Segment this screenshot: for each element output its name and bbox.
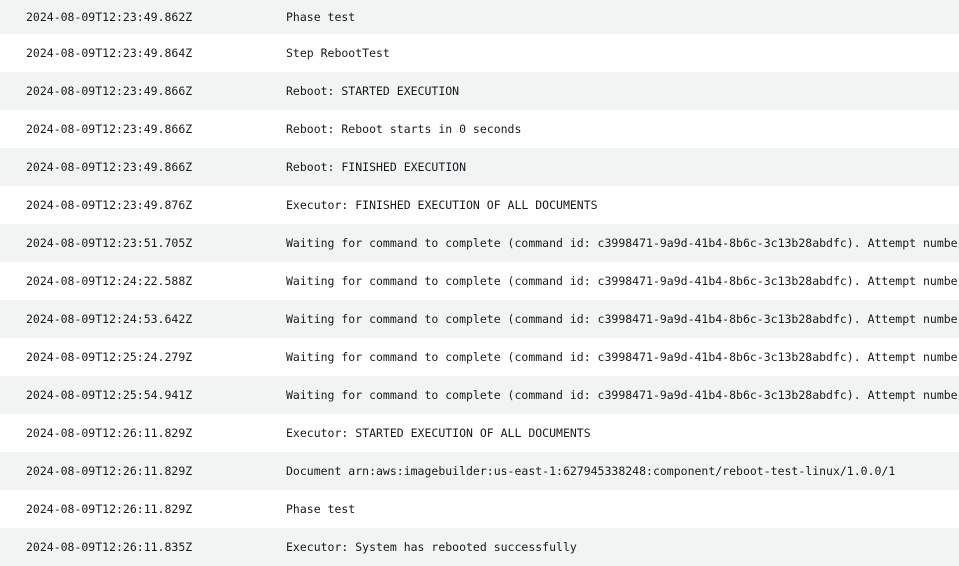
log-timestamp: 2024-08-09T12:26:11.835Z xyxy=(26,540,193,554)
log-message: Waiting for command to complete (command… xyxy=(286,236,959,250)
log-row: 2024-08-09T12:25:24.279Z Waiting for com… xyxy=(0,338,959,376)
log-timestamp: 2024-08-09T12:23:51.705Z xyxy=(26,236,193,250)
log-row: 2024-08-09T12:26:11.829Z Document arn:aw… xyxy=(0,452,959,490)
log-timestamp: 2024-08-09T12:26:11.829Z xyxy=(26,426,193,440)
log-timestamp: 2024-08-09T12:25:24.279Z xyxy=(26,350,193,364)
log-events-table: 2024-08-09T12:23:49.862Z Phase test 2024… xyxy=(0,0,959,566)
log-row: 2024-08-09T12:26:11.829Z Executor: START… xyxy=(0,414,959,452)
log-timestamp: 2024-08-09T12:24:53.642Z xyxy=(26,312,193,326)
log-timestamp: 2024-08-09T12:23:49.862Z xyxy=(26,10,193,24)
log-row: 2024-08-09T12:23:51.705Z Waiting for com… xyxy=(0,224,959,262)
log-message: Reboot: Reboot starts in 0 seconds xyxy=(286,122,522,136)
log-row: 2024-08-09T12:23:49.862Z Phase test xyxy=(0,0,959,34)
log-message: Waiting for command to complete (command… xyxy=(286,350,959,364)
log-row: 2024-08-09T12:23:49.876Z Executor: FINIS… xyxy=(0,186,959,224)
log-row: 2024-08-09T12:26:11.829Z Phase test xyxy=(0,490,959,528)
log-message: Reboot: FINISHED EXECUTION xyxy=(286,160,467,174)
log-message: Document arn:aws:imagebuilder:us-east-1:… xyxy=(286,464,896,478)
log-row: 2024-08-09T12:25:54.941Z Waiting for com… xyxy=(0,376,959,414)
log-timestamp: 2024-08-09T12:26:11.829Z xyxy=(26,502,193,516)
log-row: 2024-08-09T12:23:49.866Z Reboot: Reboot … xyxy=(0,110,959,148)
log-message: Waiting for command to complete (command… xyxy=(286,312,959,326)
log-timestamp: 2024-08-09T12:25:54.941Z xyxy=(26,388,193,402)
log-timestamp: 2024-08-09T12:23:49.876Z xyxy=(26,198,193,212)
log-timestamp: 2024-08-09T12:23:49.864Z xyxy=(26,46,193,60)
log-row: 2024-08-09T12:23:49.864Z Step RebootTest xyxy=(0,34,959,72)
log-row: 2024-08-09T12:23:49.866Z Reboot: STARTED… xyxy=(0,72,959,110)
log-row: 2024-08-09T12:23:49.866Z Reboot: FINISHE… xyxy=(0,148,959,186)
log-message: Step RebootTest xyxy=(286,46,390,60)
log-row: 2024-08-09T12:24:22.588Z Waiting for com… xyxy=(0,262,959,300)
log-message: Executor: FINISHED EXECUTION OF ALL DOCU… xyxy=(286,198,598,212)
log-message: Executor: STARTED EXECUTION OF ALL DOCUM… xyxy=(286,426,591,440)
log-message: Executor: System has rebooted successful… xyxy=(286,540,577,554)
log-message: Phase test xyxy=(286,502,356,516)
log-row: 2024-08-09T12:24:53.642Z Waiting for com… xyxy=(0,300,959,338)
log-message: Waiting for command to complete (command… xyxy=(286,274,959,288)
log-row: 2024-08-09T12:26:11.835Z Executor: Syste… xyxy=(0,528,959,566)
log-timestamp: 2024-08-09T12:24:22.588Z xyxy=(26,274,193,288)
log-message: Waiting for command to complete (command… xyxy=(286,388,959,402)
log-message: Reboot: STARTED EXECUTION xyxy=(286,84,460,98)
log-events-body: 2024-08-09T12:23:49.862Z Phase test 2024… xyxy=(0,0,959,566)
log-timestamp: 2024-08-09T12:23:49.866Z xyxy=(26,160,193,174)
log-message: Phase test xyxy=(286,10,356,24)
log-timestamp: 2024-08-09T12:23:49.866Z xyxy=(26,122,193,136)
log-timestamp: 2024-08-09T12:26:11.829Z xyxy=(26,464,193,478)
log-timestamp: 2024-08-09T12:23:49.866Z xyxy=(26,84,193,98)
